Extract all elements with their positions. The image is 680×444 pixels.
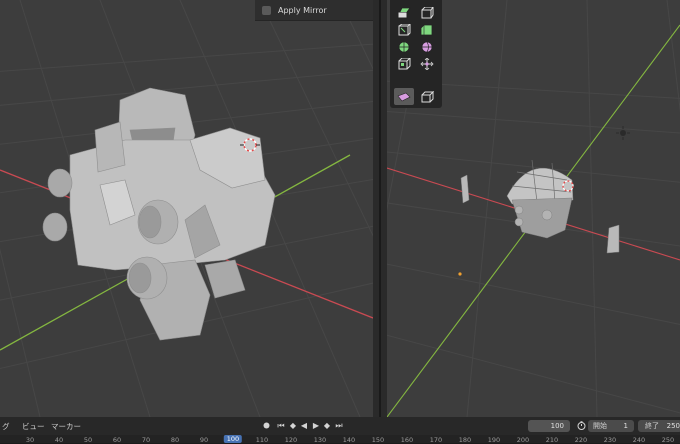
inset-faces-icon[interactable] [394, 21, 414, 38]
menu-view-partial[interactable]: グ [2, 421, 10, 432]
menu-marker[interactable]: マーカー [51, 421, 81, 432]
viewport-seam [379, 0, 381, 417]
prev-keyframe-icon[interactable]: ◆ [288, 420, 298, 431]
frame-end-value: 250 [666, 422, 680, 430]
extrude-individual-icon[interactable] [417, 4, 437, 21]
frame-end-label: 終了 [645, 422, 659, 430]
current-frame-field[interactable]: 100 [528, 420, 570, 432]
poly-build-icon[interactable] [394, 55, 414, 72]
timeline-editor: グ ビュー マーカー ⏮ ◆ ◀ ▶ ◆ ⏭ 100 1 開始 250 終了 3… [0, 417, 680, 444]
spin-icon[interactable] [417, 55, 437, 72]
viewport-divider[interactable] [373, 0, 387, 417]
play-icon[interactable]: ▶ [311, 420, 321, 431]
play-reverse-icon[interactable]: ◀ [299, 420, 309, 431]
frame-start-label: 開始 [593, 422, 607, 430]
tool-palette [390, 0, 442, 108]
edge-slide-icon[interactable] [394, 88, 414, 105]
extrude-region-icon[interactable] [394, 4, 414, 21]
jump-start-icon[interactable]: ⏮ [276, 420, 286, 431]
robot-model [42, 87, 276, 341]
redo-last-panel: Apply Mirror [255, 0, 373, 21]
jump-end-icon[interactable]: ⏭ [334, 420, 344, 431]
apply-mirror-label: Apply Mirror [278, 5, 327, 15]
bevel-icon[interactable] [417, 21, 437, 38]
current-frame-indicator: 100 [223, 435, 243, 443]
viewport-3d-left[interactable] [0, 0, 373, 417]
frame-start-value: 1 [623, 422, 628, 430]
record-button[interactable] [261, 420, 271, 431]
next-keyframe-icon[interactable]: ◆ [322, 420, 332, 431]
knife-icon[interactable] [417, 38, 437, 55]
apply-mirror-checkbox[interactable] [262, 5, 271, 15]
viewport-left-scene [0, 0, 373, 417]
menu-view[interactable]: ビュー [22, 421, 45, 432]
shrink-fatten-icon[interactable] [417, 88, 437, 105]
timeline-header: グ ビュー マーカー ⏮ ◆ ◀ ▶ ◆ ⏭ 100 1 開始 250 終了 [0, 417, 680, 435]
loop-cut-icon[interactable] [394, 38, 414, 55]
stopwatch-icon[interactable] [576, 420, 586, 431]
